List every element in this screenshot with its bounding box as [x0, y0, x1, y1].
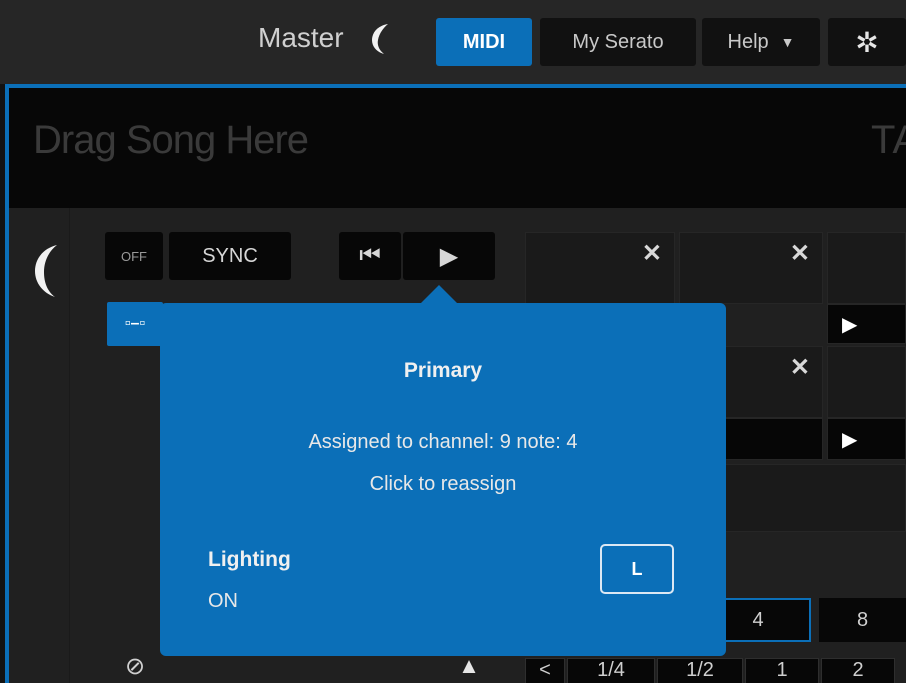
cue-pad-3-play[interactable]: ▶ — [827, 304, 906, 344]
drag-song-placeholder: Drag Song Here — [33, 118, 309, 162]
lighting-key-button[interactable]: L — [600, 544, 674, 594]
off-button[interactable]: OFF — [105, 232, 163, 280]
serato-deck-icon — [35, 245, 57, 297]
my-serato-button[interactable]: My Serato — [540, 18, 696, 66]
midi-button[interactable]: MIDI — [436, 18, 532, 66]
beat-1-button[interactable]: 1 — [745, 658, 819, 683]
beat-jump-back-button[interactable]: < — [525, 658, 565, 683]
settings-button[interactable]: ✲ — [828, 18, 906, 66]
arrow-up-icon: ▲ — [458, 653, 480, 678]
play-icon: ▶ — [842, 428, 858, 451]
cue-pad-2[interactable]: ✕ — [679, 232, 823, 304]
help-label: Help — [727, 30, 769, 53]
skip-back-icon: ⏮ — [359, 242, 381, 269]
help-button[interactable]: Help ▼ — [702, 18, 820, 66]
top-bar: Master MIDI My Serato Help ▼ ✲ — [0, 0, 906, 84]
close-icon[interactable]: ✕ — [790, 353, 810, 382]
lighting-label: Lighting — [208, 548, 291, 571]
master-label: Master — [258, 22, 344, 53]
chevron-down-icon: ▼ — [780, 34, 795, 50]
tempo-icon: ⊘ — [124, 652, 146, 680]
beat-2-button[interactable]: 2 — [821, 658, 895, 683]
play-icon: ▶ — [439, 242, 459, 270]
close-icon[interactable]: ✕ — [642, 239, 662, 268]
loop-8-button[interactable]: 8 — [819, 598, 906, 642]
cue-pad-6-play[interactable]: ▶ — [827, 418, 906, 460]
beat-1-2-button[interactable]: 1/2 — [657, 658, 743, 683]
gear-icon: ✲ — [855, 26, 879, 58]
popup-pointer — [421, 285, 457, 303]
deck-divider — [69, 208, 70, 683]
sync-button[interactable]: SYNC — [169, 232, 291, 280]
cue-pad-6[interactable] — [827, 346, 906, 418]
lighting-value: ON — [208, 590, 238, 612]
assignment-text: Assigned to channel: 9 note: 4 — [308, 431, 578, 453]
previous-track-button[interactable]: ⏮ — [339, 232, 401, 280]
play-icon: ▶ — [842, 313, 858, 336]
tempo-button[interactable]: ⊘ — [107, 648, 163, 683]
song-drop-area[interactable]: Drag Song Here TA — [9, 88, 906, 208]
cue-pad-3[interactable] — [827, 232, 906, 304]
reassign-link[interactable]: Click to reassign — [160, 473, 726, 496]
link-button[interactable]: ▫–▫ — [107, 302, 163, 346]
beat-1-4-button[interactable]: 1/4 — [567, 658, 655, 683]
serato-logo-icon — [372, 24, 388, 54]
close-icon[interactable]: ✕ — [790, 239, 810, 268]
play-button[interactable]: ▶ — [403, 232, 495, 280]
track-info-partial: TA — [871, 118, 906, 162]
cue-pad-1[interactable]: ✕ — [525, 232, 675, 304]
midi-assignment-popup[interactable]: Primary Assigned to channel: 9 note: 4 C… — [160, 303, 726, 656]
link-icon: ▫–▫ — [124, 315, 146, 332]
popup-title: Primary — [403, 359, 483, 382]
